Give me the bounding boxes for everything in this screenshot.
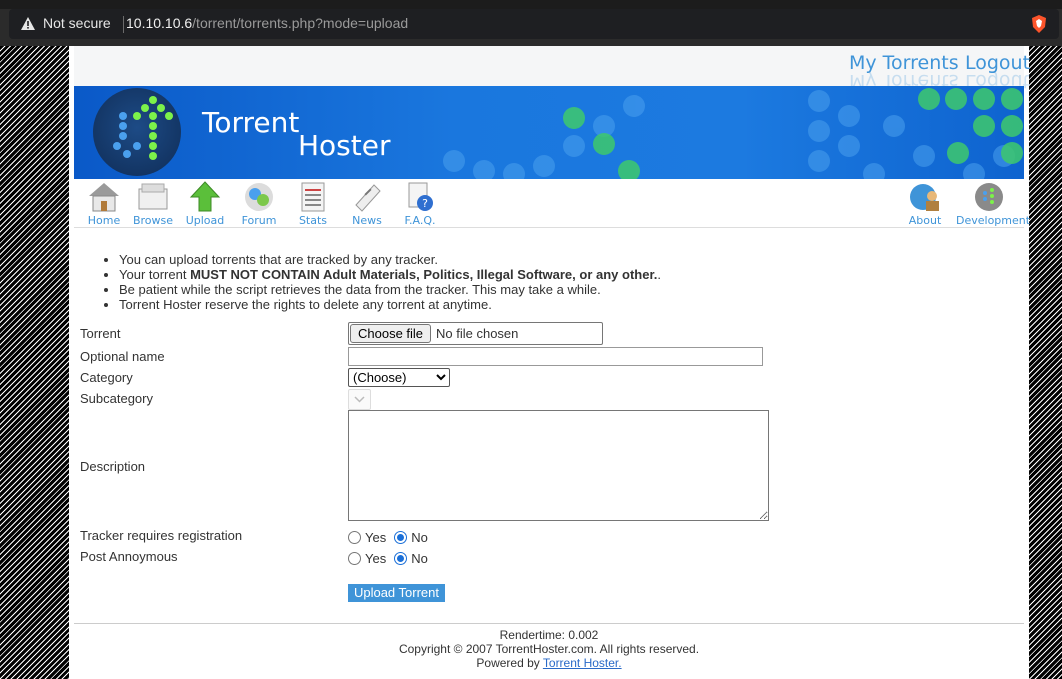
nav-item-development[interactable]: Development: [956, 181, 1031, 227]
torrent-label: Torrent: [80, 326, 121, 341]
upload-rules-list: You can upload torrents that are tracked…: [69, 252, 1029, 312]
footer: Rendertime: 0.002 Copyright © 2007 Torre…: [69, 628, 1029, 670]
render-time: Rendertime: 0.002: [499, 628, 599, 642]
post-anon-no-radio[interactable]: [394, 552, 408, 565]
powered-by-prefix: Powered by: [476, 656, 543, 670]
nav-label-news: News: [352, 214, 382, 227]
choose-file-button[interactable]: Choose file: [350, 324, 432, 343]
tracker-registration-label: Tracker requires registration: [80, 528, 243, 543]
my-torrents-label: My Torrents: [849, 52, 959, 74]
rule-text: .: [657, 267, 662, 282]
torrent-file-input[interactable]: Choose file No file chosen: [348, 322, 603, 345]
address-separator: [123, 16, 124, 33]
rule-item: You can upload torrents that are tracked…: [119, 252, 1029, 267]
banner-title-line1: Torrent: [202, 106, 300, 139]
copyright-text: Copyright © 2007 TorrentHoster.com. All …: [398, 642, 700, 656]
logout-link[interactable]: Logout Logout: [965, 52, 1031, 92]
about-icon: [910, 184, 939, 211]
nav-label-stats: Stats: [298, 214, 328, 227]
rule-text: Your torrent: [119, 267, 191, 282]
upload-torrent-button[interactable]: Upload Torrent: [348, 584, 445, 602]
subcategory-select[interactable]: [348, 389, 371, 410]
url-path: /torrent/torrents.php?mode=upload: [192, 15, 409, 31]
main-nav: Home Browse Upload Forum Stats News ? F.…: [74, 179, 1031, 228]
nav-label-development: Development: [956, 214, 1031, 227]
nav-item-news[interactable]: News: [342, 181, 392, 227]
warning-icon[interactable]: [20, 16, 36, 32]
url-host: 10.10.10.6: [126, 15, 193, 31]
nav-item-forum[interactable]: Forum: [234, 181, 284, 227]
top-bar: My Torrents My Torrents Logout Logout: [74, 46, 1030, 92]
upload-content: You can upload torrents that are tracked…: [69, 252, 1029, 312]
logout-label: Logout: [965, 52, 1031, 74]
security-label[interactable]: Not secure: [43, 15, 111, 31]
rule-item: Be patient while the script retrieves th…: [119, 282, 1029, 297]
faq-icon: ?: [408, 182, 433, 211]
nav-label-browse: Browse: [132, 214, 174, 227]
category-select[interactable]: (Choose): [348, 368, 450, 387]
stats-icon: [301, 182, 325, 212]
svg-text:?: ?: [422, 197, 428, 210]
page-container: My Torrents My Torrents Logout Logout To…: [69, 46, 1031, 679]
nav-label-about: About: [908, 214, 942, 227]
nav-item-faq[interactable]: ? F.A.Q.: [395, 181, 445, 227]
nav-label-home: Home: [87, 214, 121, 227]
news-icon: [355, 184, 381, 212]
browser-chrome: Not secure 10.10.10.6/torrent/torrents.p…: [0, 0, 1062, 46]
browse-icon: [138, 183, 168, 210]
category-label: Category: [80, 370, 133, 385]
development-icon: [975, 183, 1003, 211]
nav-label-faq: F.A.Q.: [404, 214, 436, 227]
brave-shield-icon[interactable]: [1031, 15, 1047, 33]
my-torrents-link[interactable]: My Torrents My Torrents: [849, 52, 959, 92]
yes-label: Yes: [365, 530, 387, 545]
rule-item: Your torrent MUST NOT CONTAIN Adult Mate…: [119, 267, 1029, 282]
nav-item-about[interactable]: About: [900, 181, 950, 227]
description-label: Description: [80, 459, 146, 474]
powered-by: Powered by Torrent Hoster.: [69, 656, 1029, 670]
no-label: No: [411, 530, 428, 545]
nav-label-forum: Forum: [241, 214, 277, 227]
footer-divider: [74, 623, 1024, 624]
tracker-registration-options: Yes No: [348, 530, 436, 545]
torrent-hoster-link[interactable]: Torrent Hoster.: [543, 656, 622, 670]
url-text[interactable]: 10.10.10.6/torrent/torrents.php?mode=upl…: [126, 15, 408, 31]
nav-item-stats[interactable]: Stats: [288, 181, 338, 227]
rule-item: Torrent Hoster reserve the rights to del…: [119, 297, 1029, 312]
subcategory-label: Subcategory: [80, 391, 153, 406]
nav-item-browse[interactable]: Browse: [128, 181, 178, 227]
home-icon: [89, 183, 119, 212]
post-anonymous-options: Yes No: [348, 551, 436, 566]
rule-bold-text: MUST NOT CONTAIN Adult Materials, Politi…: [190, 267, 658, 282]
optional-name-label: Optional name: [80, 349, 165, 364]
nav-label-upload: Upload: [185, 214, 225, 227]
banner-title-line2: Hoster: [298, 129, 391, 162]
yes-label: Yes: [365, 551, 387, 566]
no-label: No: [411, 551, 428, 566]
upload-icon: [189, 181, 221, 212]
forum-icon: [245, 183, 273, 211]
post-anonymous-label: Post Annoymous: [80, 549, 178, 564]
nav-item-upload[interactable]: Upload: [180, 181, 230, 227]
chevron-down-icon: [354, 396, 365, 403]
address-bar[interactable]: Not secure 10.10.10.6/torrent/torrents.p…: [9, 9, 1059, 39]
tab-strip: [0, 0, 1062, 9]
site-banner: Torrent Hoster: [74, 86, 1024, 179]
post-anon-yes-radio[interactable]: [348, 552, 361, 565]
tracker-reg-yes-radio[interactable]: [348, 531, 361, 544]
tracker-reg-no-radio[interactable]: [394, 531, 408, 544]
optional-name-input[interactable]: [348, 347, 763, 366]
nav-item-home[interactable]: Home: [79, 181, 129, 227]
logo-icon: [93, 88, 181, 176]
file-status-text: No file chosen: [436, 326, 519, 341]
description-textarea[interactable]: [348, 410, 769, 521]
